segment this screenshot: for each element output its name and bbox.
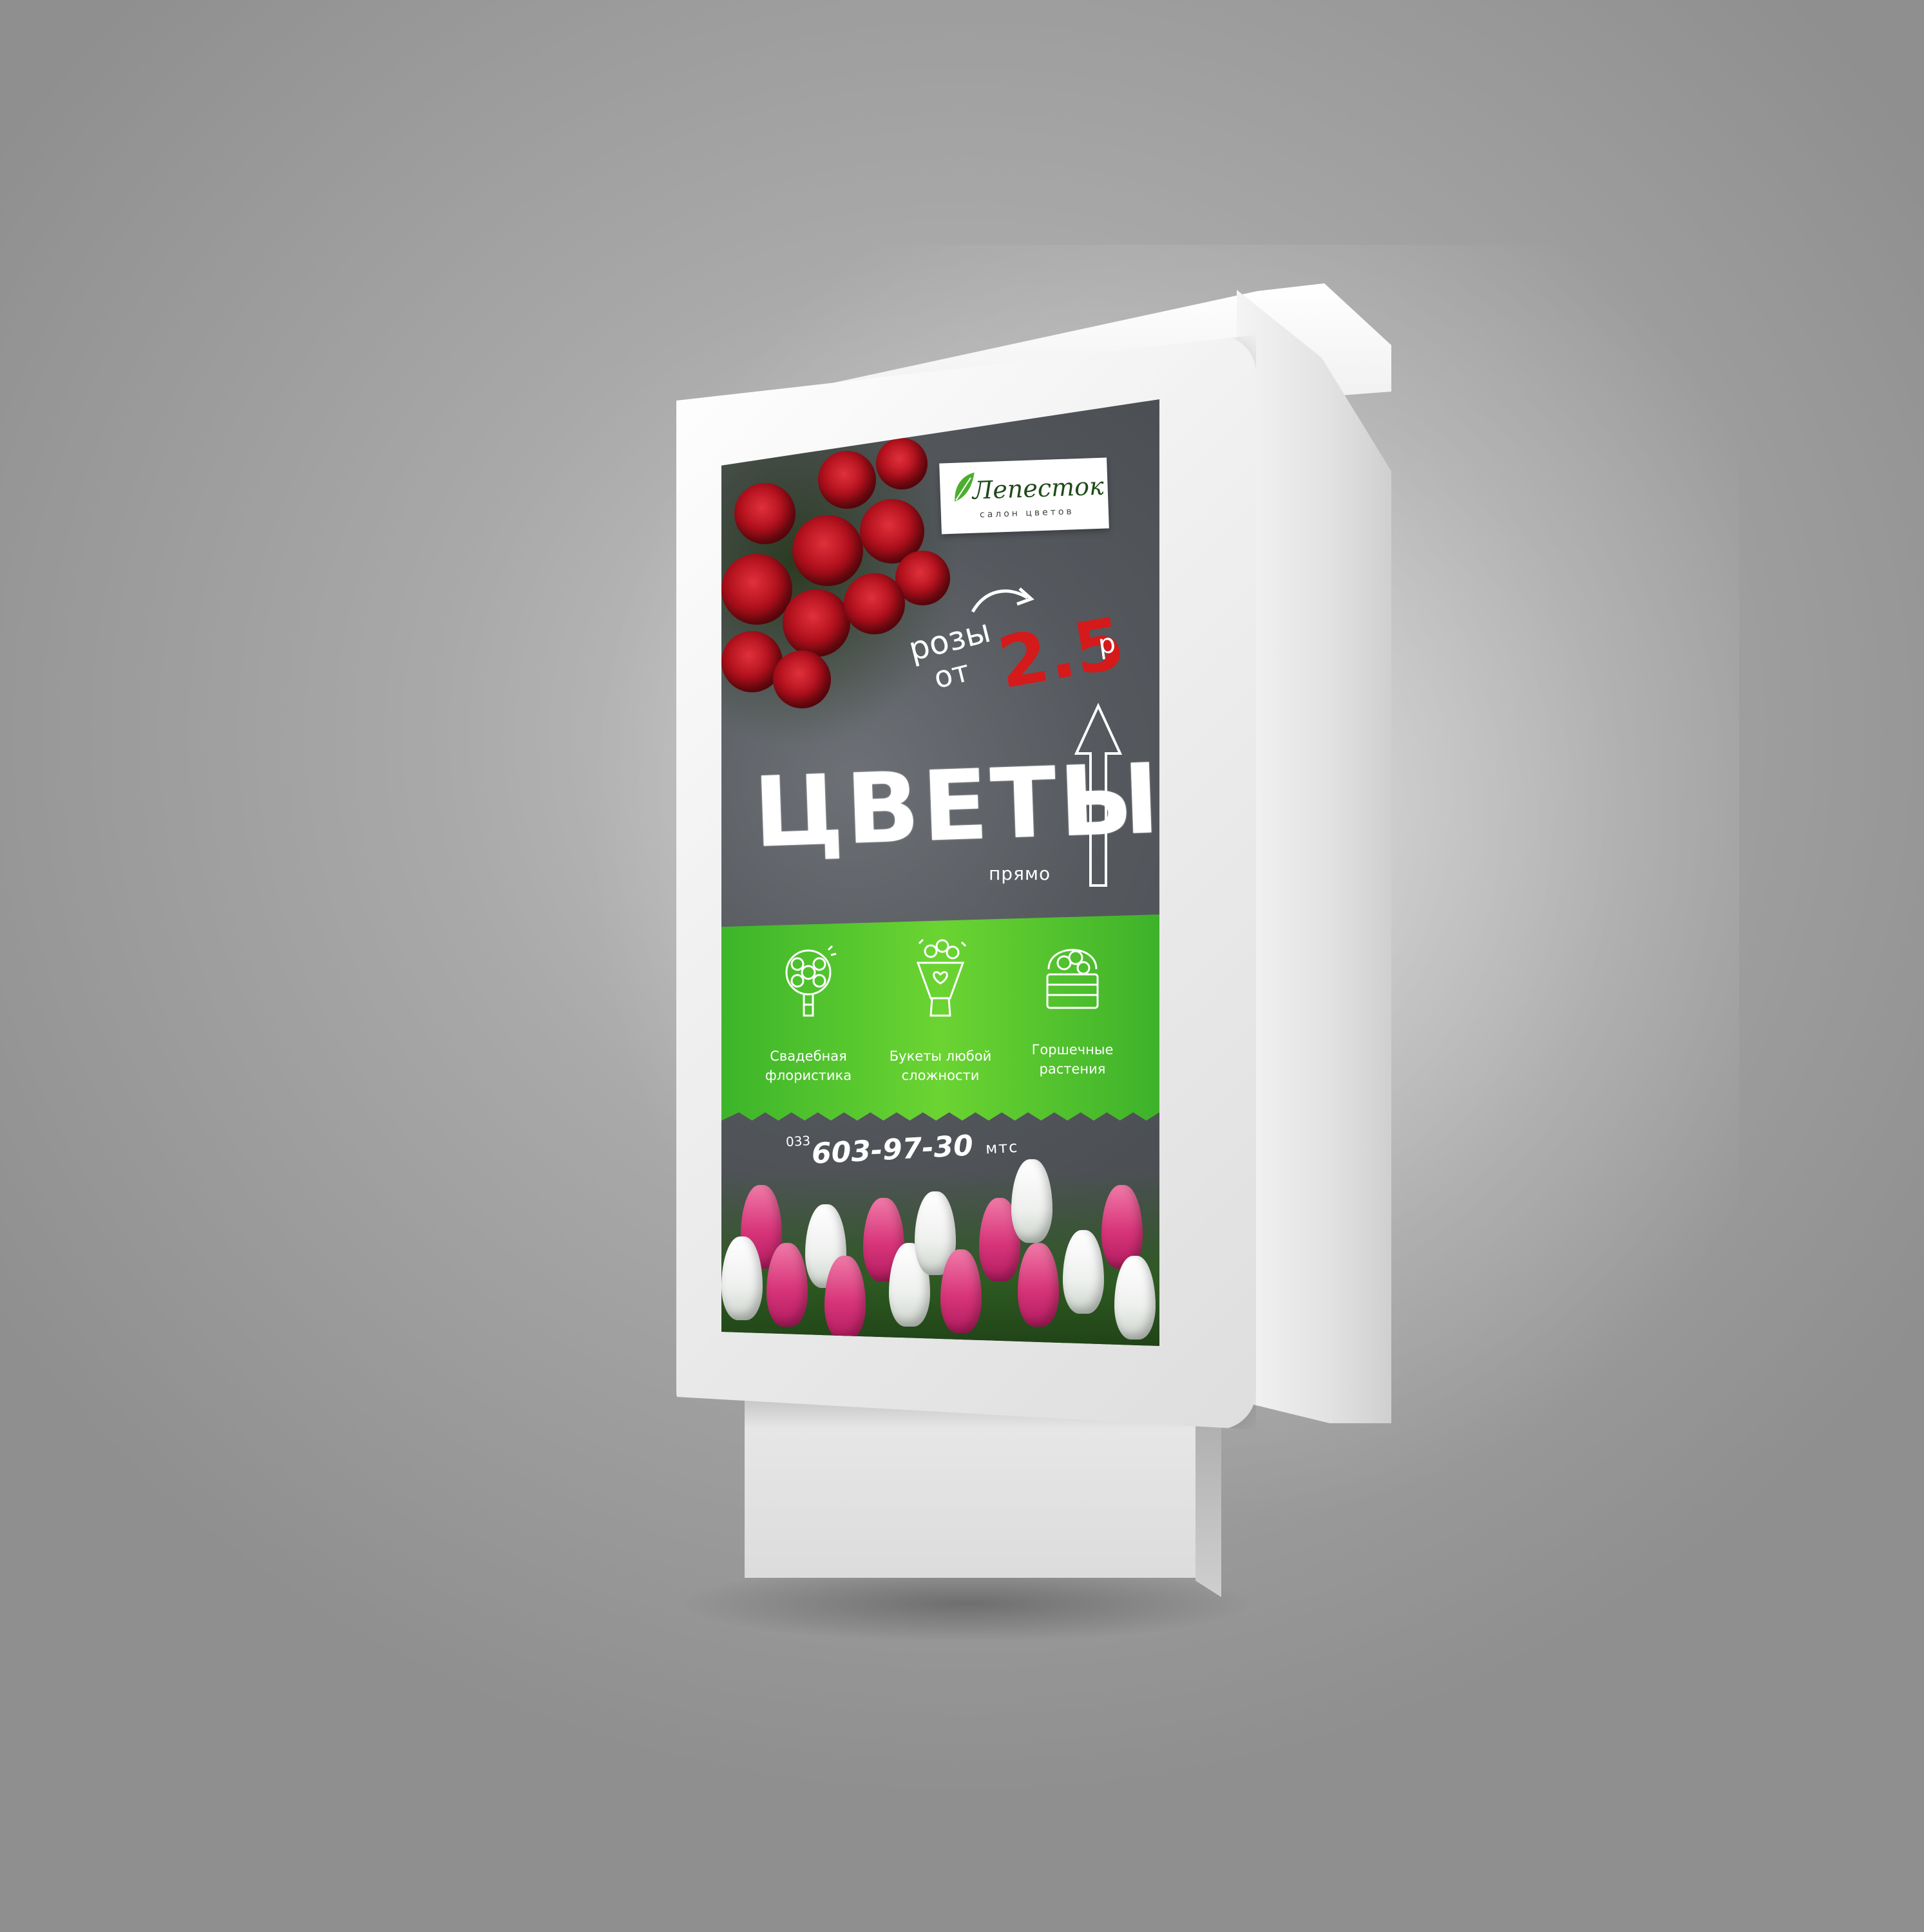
service-item-bouquets: Букеты любой сложности bbox=[876, 937, 1005, 1085]
brand-name: Лепесток bbox=[971, 471, 1105, 505]
phone-operator: мтс bbox=[985, 1137, 1019, 1158]
service-item-wedding: Свадебная флористика bbox=[744, 943, 873, 1085]
service-label: Свадебная флористика bbox=[765, 1048, 852, 1083]
direction-label: прямо bbox=[989, 863, 1051, 884]
tulips-image bbox=[721, 1159, 1159, 1346]
promo-from-label: от bbox=[930, 653, 973, 696]
advertising-poster: Лепесток салон цветов розы от 2.5 р ЦВЕТ… bbox=[721, 399, 1159, 1346]
services-band: Свадебная флористика Букеты любой сложно… bbox=[721, 914, 1159, 1121]
service-label: Горшечные растения bbox=[1031, 1042, 1114, 1077]
service-item-potted-plants: Горшечные растения bbox=[1008, 931, 1137, 1079]
curved-arrow-icon bbox=[971, 587, 1034, 613]
service-label: Букеты любой сложности bbox=[889, 1048, 992, 1083]
potted-plant-basket-icon bbox=[1046, 949, 1099, 1009]
wedding-bouquet-icon bbox=[785, 945, 837, 1017]
bouquet-icon bbox=[916, 938, 967, 1017]
roses-bouquet-image bbox=[721, 438, 960, 747]
up-arrow-icon bbox=[1074, 703, 1123, 887]
phone-number: 603-97-30 bbox=[810, 1129, 975, 1171]
brand-logo: Лепесток салон цветов bbox=[939, 457, 1109, 535]
lightbox-side bbox=[1237, 290, 1391, 1423]
phone-prefix: 033 bbox=[785, 1133, 811, 1150]
brand-subtitle: салон цветов bbox=[979, 506, 1074, 520]
